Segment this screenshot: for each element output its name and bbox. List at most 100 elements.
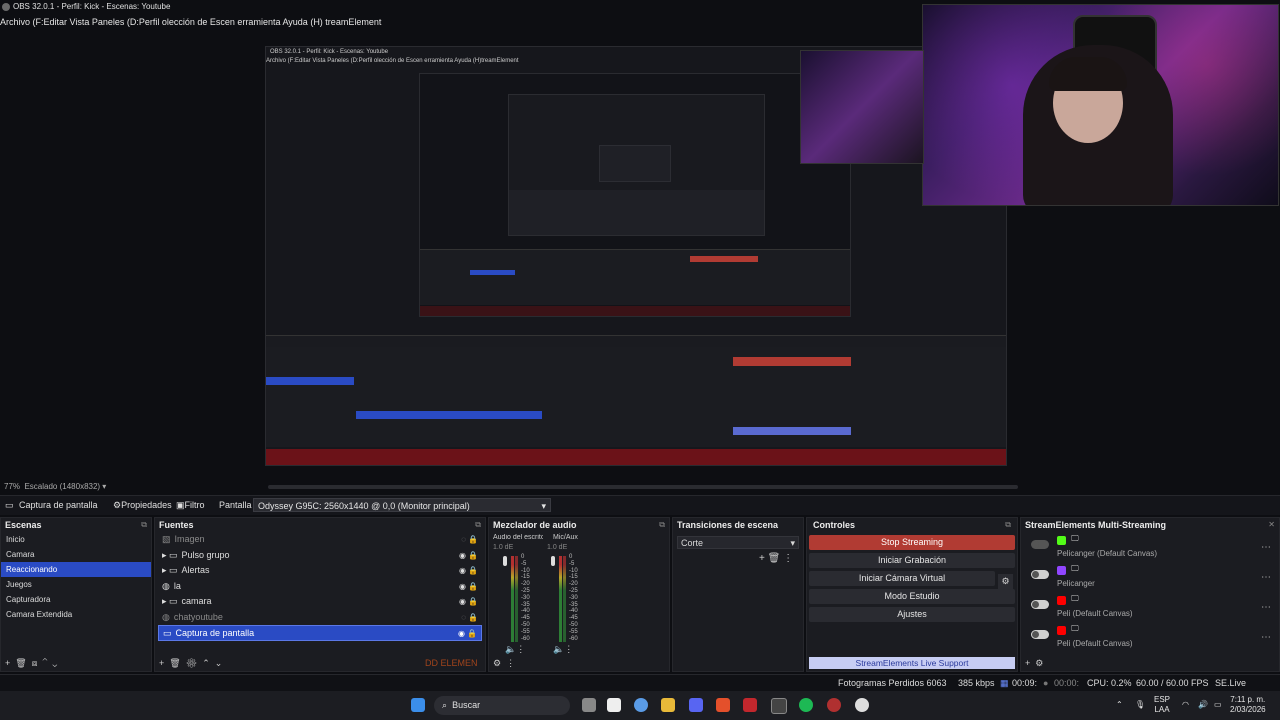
more-options-icon[interactable]: ⋯ (1261, 542, 1271, 553)
brave-icon[interactable] (716, 698, 730, 712)
eye-icon[interactable]: ◉ (459, 594, 466, 610)
display-select[interactable]: Odyssey G95C: 2560x1440 @ 0,0 (Monitor p… (253, 498, 551, 512)
menu-bar[interactable]: Archivo (F:Editar Vista Paneles (D:Perfi… (0, 14, 381, 30)
undock-icon[interactable]: ⧉ (659, 518, 665, 532)
undock-icon[interactable]: ⧉ (141, 518, 147, 532)
undock-icon[interactable]: ⧉ (1005, 518, 1011, 532)
scale-label: Escalado (1480x832) (24, 482, 101, 491)
obs-icon[interactable] (771, 698, 787, 714)
se-support-button[interactable]: StreamElements Live Support (809, 657, 1015, 669)
start-recording-button[interactable]: Iniciar Grabación (809, 553, 1015, 568)
virtual-camera-settings-icon[interactable]: ⚙ (998, 574, 1013, 589)
add-source-icon[interactable]: + (159, 658, 164, 668)
more-options-icon[interactable]: ⋯ (1261, 602, 1271, 613)
source-item[interactable]: ▸ ▭ Alertas ◉ 🔒 (158, 563, 482, 579)
add-destination-icon[interactable]: + (1025, 658, 1030, 668)
gear-icon[interactable]: ⚙ (186, 658, 197, 668)
preview-scrollbar[interactable] (268, 485, 1018, 489)
move-down-icon[interactable]: ⌄ (215, 658, 223, 668)
source-item[interactable]: ▭ Captura de pantalla ◉ 🔒 (158, 625, 482, 641)
mic-icon[interactable]: 🎙 (1135, 700, 1145, 710)
settings-button[interactable]: Ajustes (809, 607, 1015, 622)
preview-area[interactable]: OBS 32.0.1 - Perfil: Kick - Escenas: You… (0, 4, 1280, 491)
remove-scene-icon[interactable]: 🗑 (15, 658, 26, 668)
chrome-icon[interactable] (634, 698, 648, 712)
more-options-icon[interactable]: ⋯ (1261, 632, 1271, 643)
dd-elements-button[interactable]: DD ELEMEN (425, 655, 478, 671)
recorder-icon[interactable] (827, 698, 841, 712)
eye-icon[interactable]: ◉ (458, 626, 465, 642)
volume-icon[interactable]: 🔊 (1198, 700, 1208, 710)
source-item[interactable]: ▧ Imagen ◌ 🔒 (158, 532, 482, 548)
transition-actions[interactable]: + 🗑 ⋮ (759, 553, 793, 564)
discord-icon[interactable] (689, 698, 703, 712)
lock-icon[interactable]: 🔒 (468, 563, 478, 579)
stop-streaming-button[interactable]: Stop Streaming (809, 535, 1015, 550)
monitor-icon: 🖵 (1071, 594, 1079, 603)
meter-tick: -30 (521, 594, 530, 601)
settings-icon[interactable] (855, 698, 869, 712)
move-up-icon[interactable]: ⌃ (202, 658, 210, 668)
advanced-audio-icon[interactable]: ⚙ (493, 658, 501, 668)
move-down-icon[interactable]: ⌄ (52, 658, 57, 668)
lock-icon[interactable]: 🔒 (468, 579, 478, 595)
lock-icon[interactable]: 🔒 (467, 626, 477, 642)
ch2-mute-icon[interactable]: 🔈⋮ (553, 644, 573, 655)
eye-slash-icon[interactable]: ◌ (461, 610, 466, 626)
task-view-icon[interactable] (582, 698, 596, 712)
ch1-fader[interactable] (503, 556, 507, 566)
file-explorer-icon[interactable] (661, 698, 675, 712)
windows-start-icon[interactable] (411, 698, 425, 712)
ch2-fader[interactable] (551, 556, 555, 566)
eye-icon[interactable]: ◉ (459, 548, 466, 564)
filter-icon[interactable]: ⧈ (32, 658, 38, 668)
menu-dots-icon[interactable]: ⋮ (506, 658, 515, 668)
undock-icon[interactable]: ⧉ (475, 518, 481, 532)
properties-button[interactable]: ⚙Propiedades (113, 496, 172, 515)
scene-item[interactable]: Camara (1, 547, 151, 562)
menu-items[interactable]: Archivo (F:Editar Vista Paneles (D:Perfi… (0, 17, 381, 27)
toggle-switch[interactable] (1031, 540, 1049, 549)
move-up-icon[interactable]: ⌃ (42, 658, 47, 668)
eye-slash-icon[interactable]: ◌ (461, 532, 466, 548)
scene-item[interactable]: Inicio (1, 532, 151, 547)
clock[interactable]: 7:11 p. m. 2/03/2026 (1230, 695, 1266, 715)
lock-icon[interactable]: 🔒 (468, 548, 478, 564)
ch1-mute-icon[interactable]: 🔈⋮ (505, 644, 525, 655)
tray-chevron-icon[interactable]: ⌃ (1116, 700, 1123, 710)
scene-item[interactable]: Reaccionando (1, 562, 151, 577)
more-options-icon[interactable]: ⋯ (1261, 572, 1271, 583)
scale-indicator[interactable]: 77% Escalado (1480x832) ▾ (4, 482, 106, 491)
eye-icon[interactable]: ◉ (459, 579, 466, 595)
eye-icon[interactable]: ◉ (459, 563, 466, 579)
filters-button[interactable]: ▣Filtro (176, 496, 205, 515)
toggle-switch[interactable] (1031, 630, 1049, 639)
transition-select[interactable]: Corte ▾ (677, 536, 799, 549)
meter-tick: -45 (521, 615, 530, 622)
lock-icon[interactable]: 🔒 (468, 594, 478, 610)
source-item[interactable]: ▸ ▭ camara ◉ 🔒 (158, 594, 482, 610)
scene-item[interactable]: Camara Extendida (1, 607, 151, 622)
lock-icon[interactable]: 🔒 (468, 532, 478, 548)
scene-item[interactable]: Capturadora (1, 592, 151, 607)
add-scene-icon[interactable]: + (5, 658, 10, 668)
wifi-icon[interactable]: ◠ (1182, 700, 1189, 710)
close-icon[interactable]: ✕ (1268, 518, 1275, 532)
app-icon[interactable] (743, 698, 757, 712)
spotify-icon[interactable] (799, 698, 813, 712)
studio-mode-button[interactable]: Modo Estudio (809, 589, 1015, 604)
virtual-camera-button[interactable]: Iniciar Cámara Virtual (809, 571, 995, 586)
toggle-switch[interactable] (1031, 570, 1049, 579)
toggle-switch[interactable] (1031, 600, 1049, 609)
language-indicator[interactable]: ESP LAA (1154, 695, 1170, 715)
source-item[interactable]: ▸ ▭ Pulso grupo ◉ 🔒 (158, 548, 482, 564)
source-item[interactable]: ◍ la ◉ 🔒 (158, 579, 482, 595)
taskbar-search[interactable]: ⌕ Buscar (434, 696, 570, 715)
battery-icon[interactable]: ▭ (1214, 700, 1222, 710)
source-item[interactable]: ◍ chatyoutube ◌ 🔒 (158, 610, 482, 626)
notion-icon[interactable] (607, 698, 621, 712)
remove-source-icon[interactable]: 🗑 (169, 658, 180, 668)
lock-icon[interactable]: 🔒 (468, 610, 478, 626)
scene-item[interactable]: Juegos (1, 577, 151, 592)
gear-icon[interactable]: ⚙ (1035, 658, 1043, 668)
